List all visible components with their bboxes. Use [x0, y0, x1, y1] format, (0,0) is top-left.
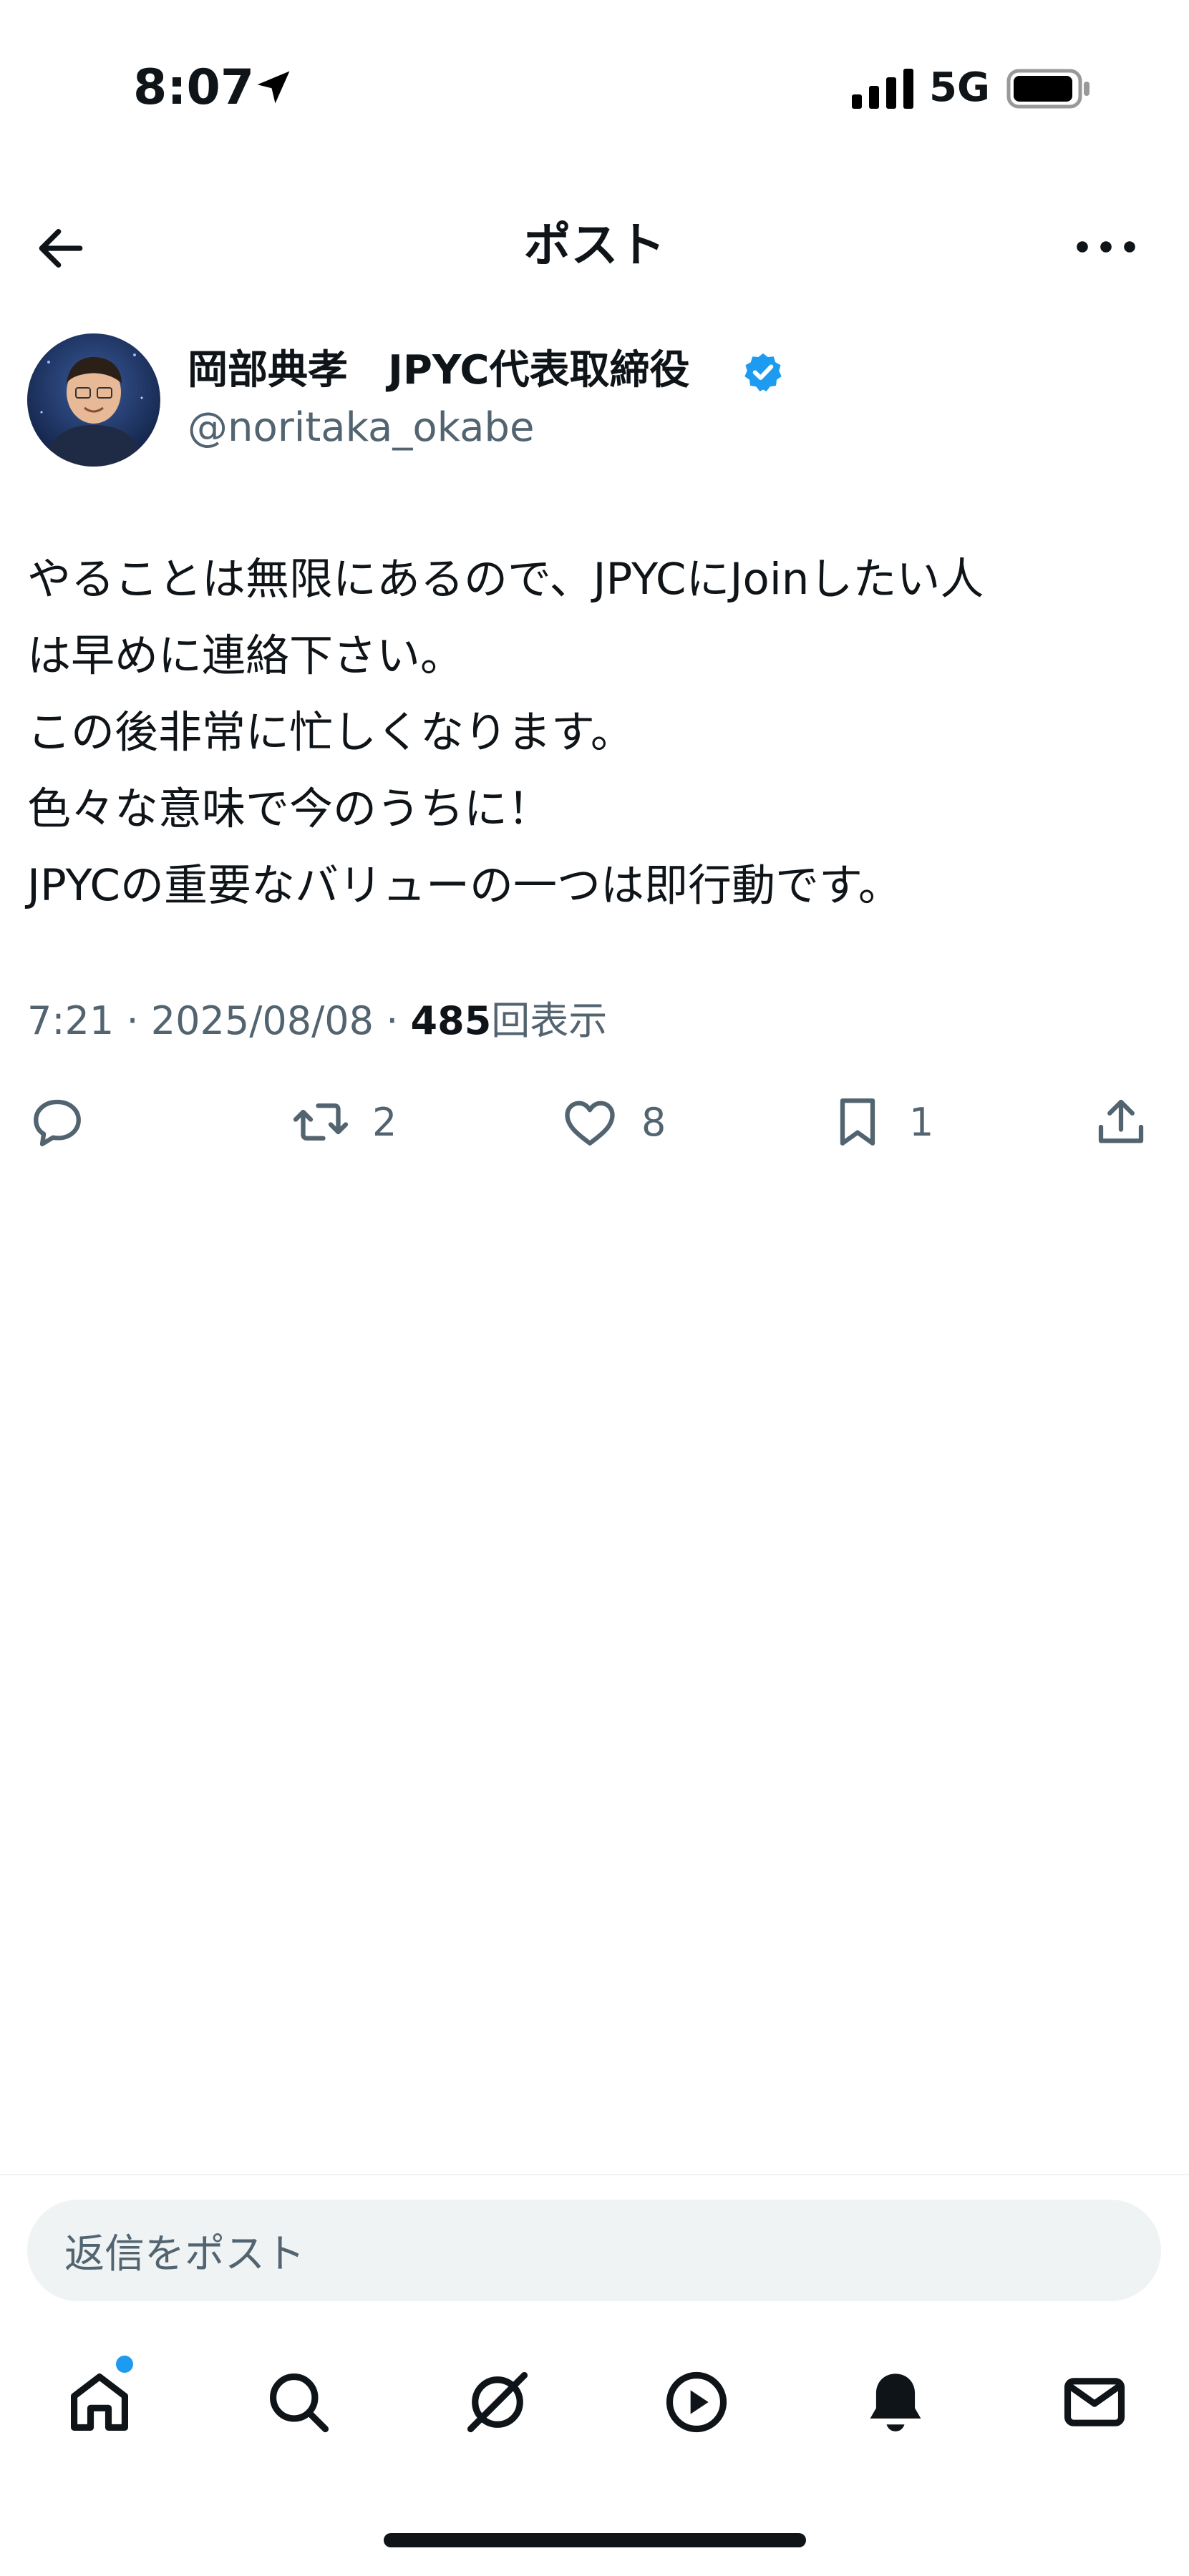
views-count[interactable]: 485	[411, 998, 492, 1043]
search-icon	[270, 2373, 329, 2433]
location-arrow-icon	[257, 71, 290, 104]
repost-button[interactable]: 2	[291, 1092, 397, 1152]
repost-icon	[293, 1103, 349, 1141]
author-avatar[interactable]	[27, 333, 160, 467]
reply-placeholder: 返信をポスト	[64, 2230, 305, 2278]
video-icon	[666, 2371, 727, 2433]
avatar-photo	[27, 333, 160, 467]
like-button[interactable]: 8	[560, 1092, 666, 1152]
post-date: 2025/08/08	[150, 998, 374, 1043]
tab-search[interactable]	[259, 2363, 338, 2441]
grok-icon	[467, 2371, 528, 2433]
heart-icon	[565, 1101, 615, 1146]
verified-badge-icon	[744, 353, 782, 391]
status-time: 8:07	[133, 59, 255, 116]
page-title: ポスト	[523, 218, 666, 273]
tab-messages[interactable]	[1055, 2363, 1134, 2441]
author-handle[interactable]: @noritaka_okabe	[188, 399, 534, 457]
post-text-line: は早めに連絡下さい。	[27, 630, 465, 681]
home-icon	[71, 2373, 129, 2431]
messages-icon	[1064, 2378, 1125, 2426]
reply-button[interactable]	[27, 1092, 109, 1152]
meta-separator: ·	[386, 998, 399, 1043]
post-text-line: やることは無限にあるので、JPYCにJoinしたい人	[27, 554, 984, 605]
like-count: 8	[641, 1099, 666, 1145]
repost-count: 2	[372, 1099, 397, 1145]
meta-separator: ·	[126, 998, 139, 1043]
reply-input[interactable]: 返信をポスト	[27, 2200, 1161, 2301]
post-metadata: 7:21 · 2025/08/08 · 485回表示	[27, 995, 607, 1048]
post-text-line: 色々な意味で今のうちに！	[27, 784, 552, 834]
reply-divider	[0, 2174, 1189, 2175]
reply-icon	[34, 1099, 81, 1146]
bookmark-icon	[840, 1098, 875, 1146]
post-text-line: この後非常に忙しくなります。	[27, 707, 634, 758]
tab-notifications[interactable]	[856, 2363, 935, 2441]
post-text-line: JPYCの重要なバリューの一つは即行動です。	[27, 860, 902, 911]
tab-grok[interactable]	[458, 2363, 537, 2441]
post-text: やることは無限にあるので、JPYCにJoinしたい人 は早めに連絡下さい。 この…	[27, 541, 1165, 924]
bookmark-button[interactable]: 1	[828, 1092, 933, 1152]
more-horizontal-icon	[1077, 241, 1135, 253]
more-options-button[interactable]	[1067, 215, 1145, 279]
home-indicator	[384, 2533, 806, 2547]
network-type-label: 5G	[929, 64, 990, 111]
cellular-signal-icon	[852, 69, 913, 109]
author-display-name[interactable]: 岡部典孝 JPYC代表取締役	[188, 342, 690, 399]
bookmark-count: 1	[909, 1099, 934, 1145]
tab-video[interactable]	[657, 2363, 736, 2441]
home-notification-dot	[116, 2356, 133, 2373]
share-icon	[1098, 1099, 1144, 1143]
battery-icon	[1006, 69, 1089, 109]
post-time: 7:21	[27, 998, 115, 1043]
notifications-icon	[870, 2373, 921, 2431]
share-button[interactable]	[1091, 1092, 1151, 1152]
views-label: 回表示	[491, 998, 608, 1043]
tab-home[interactable]	[60, 2363, 139, 2441]
